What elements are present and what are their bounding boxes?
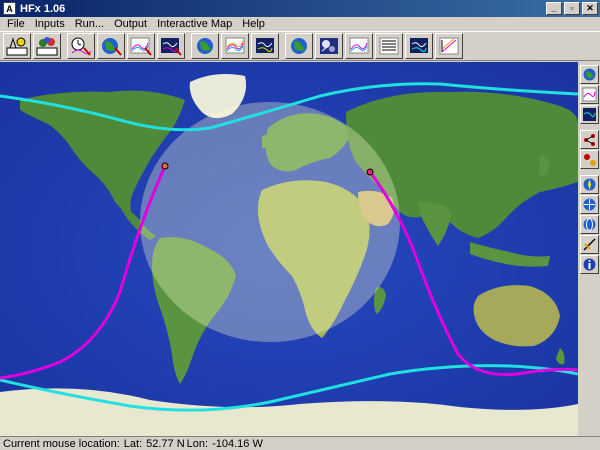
- globe-run-icon: [102, 38, 122, 56]
- graph-run-icon: [130, 37, 152, 56]
- graph-output-button[interactable]: [221, 33, 249, 59]
- globe-view-button[interactable]: [285, 33, 313, 59]
- antenna-pattern-button[interactable]: [33, 33, 61, 59]
- menu-inputs[interactable]: Inputs: [30, 18, 70, 30]
- globe-run-button[interactable]: [97, 33, 125, 59]
- sidebar-globe-button[interactable]: [580, 65, 599, 84]
- clock-chart-button[interactable]: [67, 33, 95, 59]
- network-icon: [584, 134, 595, 146]
- menu-file[interactable]: File: [2, 18, 30, 30]
- antenna-site-icon: [6, 37, 28, 56]
- map-view-icon: [410, 38, 428, 53]
- transmitter-receiver-icon: [584, 154, 596, 166]
- menu-interactive-map[interactable]: Interactive Map: [152, 18, 237, 30]
- monitor-icon: [583, 108, 596, 121]
- antenna-pattern-icon: [36, 37, 58, 56]
- globe-3-icon: [583, 218, 596, 231]
- toolbar: [0, 31, 600, 61]
- map-output-button[interactable]: [251, 33, 279, 59]
- status-label: Current mouse location:: [3, 437, 120, 450]
- sidebar-monitor-button[interactable]: [580, 105, 599, 124]
- antenna-site-button[interactable]: [3, 33, 31, 59]
- close-button[interactable]: ✕: [582, 2, 598, 15]
- info-icon: [583, 258, 596, 271]
- sidebar-transmitter-receiver-button[interactable]: [580, 150, 599, 169]
- globe-2-icon: [583, 198, 596, 211]
- status-bar: Current mouse location: Lat: 52.77 N Lon…: [0, 436, 600, 450]
- interactive-map[interactable]: [0, 62, 578, 436]
- menu-run[interactable]: Run...: [70, 18, 109, 30]
- minimize-button[interactable]: _: [546, 2, 562, 15]
- longitude-value: -104.16 W: [212, 437, 263, 450]
- graph-view-button[interactable]: [345, 33, 373, 59]
- menu-help[interactable]: Help: [237, 18, 270, 30]
- graph-run-button[interactable]: [127, 33, 155, 59]
- globe-icon: [583, 68, 596, 81]
- sidebar-path-tool-button[interactable]: [580, 235, 599, 254]
- ruler-chart-icon: [439, 37, 459, 55]
- restore-button[interactable]: ▫: [564, 2, 580, 15]
- menu-bar: File Inputs Run... Output Interactive Ma…: [0, 17, 600, 31]
- globe-output-icon: [197, 38, 213, 54]
- sidebar-compass-button[interactable]: [580, 175, 599, 194]
- app-icon[interactable]: A: [3, 2, 16, 15]
- sidebar-globe-3-button[interactable]: [580, 215, 599, 234]
- table-view-button[interactable]: [375, 33, 403, 59]
- latitude-label: Lat:: [123, 437, 143, 450]
- sidebar-chart-button[interactable]: [580, 85, 599, 104]
- clock-chart-icon: [71, 37, 92, 56]
- world-map[interactable]: [0, 62, 578, 436]
- sidebar-globe-2-button[interactable]: [580, 195, 599, 214]
- path-tool-icon: [583, 238, 596, 251]
- title-bar: A HFx 1.06 _ ▫ ✕: [0, 0, 600, 17]
- graph-view-icon: [349, 37, 369, 54]
- globe-output-button[interactable]: [191, 33, 219, 59]
- daylight-region: [140, 102, 400, 342]
- graph-output-icon: [225, 37, 245, 54]
- receiver-marker[interactable]: [366, 168, 374, 176]
- menu-output[interactable]: Output: [109, 18, 152, 30]
- chart-icon: [582, 87, 597, 102]
- compass-icon: [583, 178, 596, 191]
- latitude-value: 52.77 N: [146, 437, 185, 450]
- ruler-chart-button[interactable]: [435, 33, 463, 59]
- right-toolbar: [579, 63, 600, 435]
- map-output-icon: [256, 38, 274, 53]
- sidebar-network-button[interactable]: [580, 130, 599, 149]
- satellite-image-button[interactable]: [315, 33, 343, 59]
- transmitter-marker[interactable]: [161, 162, 169, 170]
- longitude-label: Lon:: [186, 437, 209, 450]
- map-run-button[interactable]: [157, 33, 185, 59]
- map-run-icon: [161, 38, 182, 56]
- globe-view-icon: [291, 38, 307, 54]
- map-view-button[interactable]: [405, 33, 433, 59]
- table-view-icon: [379, 37, 399, 55]
- window-title: HFx 1.06: [20, 2, 66, 15]
- sidebar-info-button[interactable]: [580, 255, 599, 274]
- satellite-image-icon: [320, 38, 338, 54]
